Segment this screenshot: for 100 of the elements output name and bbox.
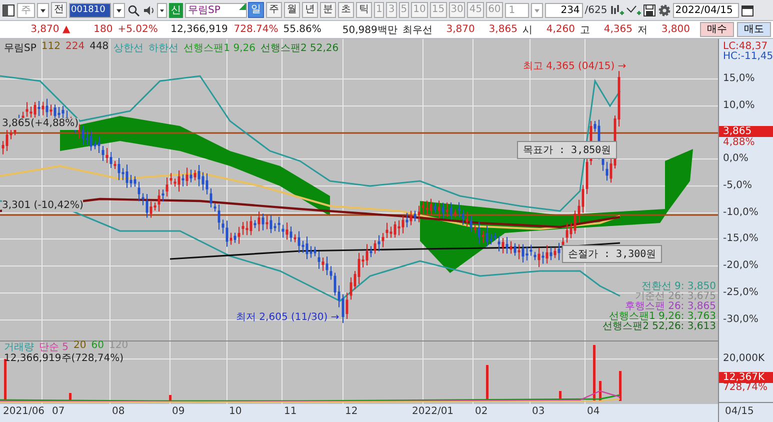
volume-value: 12,366,919 — [170, 24, 229, 35]
volume-bar — [593, 345, 596, 401]
volume-bar — [486, 365, 488, 401]
last-date-label: 04/15 — [724, 405, 754, 419]
chart-annotation: 손절가 : 3,300원 — [562, 245, 662, 263]
ohl-label: 시 — [521, 24, 534, 36]
volume-bar — [559, 391, 562, 401]
settings-icon[interactable] — [658, 4, 672, 16]
flag-icon — [239, 2, 246, 10]
date-label: 12 — [345, 406, 358, 417]
save-icon[interactable] — [643, 4, 656, 16]
date-label: 2021/06 — [3, 406, 45, 417]
legend-item: 224 — [65, 41, 85, 54]
axis-label: 15,0% — [723, 73, 755, 84]
volume-bar — [619, 371, 622, 401]
date-label: 04 — [587, 406, 600, 417]
axis-label: 3,865 — [719, 126, 773, 137]
line-add-icon[interactable] — [626, 4, 642, 16]
ohl-label: 저 — [636, 24, 648, 36]
price-level-label: 3,865(+4,88%) — [2, 118, 79, 130]
speaker-icon[interactable] — [142, 4, 155, 16]
legend-item: 112 — [41, 41, 60, 54]
volume-legend-item: 20 — [74, 340, 86, 353]
volume-bar — [4, 359, 6, 401]
date-label: 07 — [52, 406, 65, 417]
axis-label: -5,0% — [723, 180, 752, 191]
axis-label: 12,367K — [719, 372, 773, 383]
axis-label: -25,0% — [723, 287, 758, 298]
ohl-value: 3,800 — [660, 24, 692, 35]
legend-item: 선행스팬2 52,26 — [260, 42, 339, 55]
stock-name-field[interactable]: 무림SP — [185, 2, 247, 18]
bid-price: 3,865 — [488, 24, 518, 35]
axis-label: LC:48,37 — [723, 41, 768, 52]
period-tab[interactable]: 초 — [338, 2, 354, 18]
calendar-icon[interactable] — [741, 4, 754, 16]
axis-label: -15,0% — [723, 233, 758, 244]
window-icon[interactable] — [2, 4, 15, 16]
period-tab[interactable]: 주 — [266, 2, 282, 18]
ask-price: 3,870 — [445, 24, 476, 35]
axis-label: 20,000K — [723, 353, 765, 364]
prev-button[interactable]: 전 — [51, 2, 67, 18]
period-tab[interactable]: 월 — [284, 2, 300, 18]
period-tab[interactable]: 년 — [302, 2, 318, 18]
stock-code-field[interactable]: 001810 — [69, 2, 111, 18]
axis-label: 10,0% — [723, 100, 755, 111]
legend-item: 상한선 — [114, 42, 144, 55]
chart-annotation: 최저 2,605 (11/30) → — [236, 311, 340, 324]
volume-legend-item: 120 — [109, 340, 128, 353]
date-label: 08 — [112, 406, 125, 417]
legend-item: 하한선 — [148, 42, 179, 55]
buy-button[interactable]: 매수 — [700, 22, 734, 37]
ohl-value: 4,365 — [602, 24, 634, 35]
caret-icon[interactable] — [37, 2, 49, 18]
axis-label: 0,0% — [723, 153, 748, 164]
page-field[interactable]: 234 — [544, 2, 583, 18]
date-label: 2022/01 — [412, 406, 454, 417]
search-icon[interactable] — [127, 4, 140, 16]
price-level-label: 3,301 (-10,42%) — [2, 200, 84, 212]
volume-reading: 12,366,919주(728,74%) — [4, 352, 124, 365]
axis-label: 4,88% — [723, 137, 755, 148]
volume-legend-item: 거래량 — [4, 341, 34, 353]
date-label: 10 — [229, 406, 242, 417]
period-tab[interactable]: 분 — [320, 2, 336, 18]
change-percent: +5.02% — [116, 24, 157, 35]
legend-item: 448 — [90, 41, 109, 54]
period-tab[interactable]: 틱 — [356, 2, 372, 18]
chart-add-icon[interactable] — [609, 4, 624, 16]
legend-item: 선행스팬1 9,26 — [184, 42, 256, 55]
indicator-value: 선행스팬2 52,26: 3,613 — [602, 322, 716, 332]
current-price: 3,870 ▲ — [30, 24, 72, 35]
volume-bar — [69, 393, 72, 401]
volume-bar — [599, 381, 602, 401]
price-change: 180 — [92, 24, 114, 35]
ohl-value: 4,260 — [545, 24, 576, 35]
date-label: 09 — [172, 406, 185, 417]
date-label: 02 — [475, 406, 488, 417]
ohl-label: 고 — [578, 24, 591, 36]
chart-annotation: 목표가 : 3,850원 — [517, 141, 618, 159]
axis-label: 728,74% — [723, 382, 768, 393]
caret-icon[interactable] — [113, 2, 125, 18]
period-tab[interactable]: 일 — [248, 2, 264, 18]
chart-annotation: 최고 4,365 (04/15) → — [523, 60, 626, 73]
indicator-value: 전환선 9: 3,850 — [641, 282, 716, 292]
axis-label: -30,0% — [723, 314, 758, 325]
indicator-value: 후행스팬 26: 3,865 — [624, 302, 716, 312]
axis-label: -20,0% — [723, 260, 758, 271]
legend-item: 무림SP — [4, 42, 36, 55]
date-label: 11 — [284, 406, 297, 417]
axis-label: HC:-11,45 — [723, 51, 773, 62]
indicator-value: 선행스팬1 9,26: 3,763 — [609, 312, 716, 322]
indicator-value: 기준선 26: 3,675 — [634, 292, 716, 302]
volume-bar — [169, 395, 172, 401]
date-field[interactable]: 2022/04/15 — [673, 2, 740, 18]
date-label: 03 — [532, 406, 545, 417]
volume-legend-item: 60 — [91, 340, 104, 353]
volume-ratio: 728.74% — [232, 24, 280, 35]
new-badge: 신 — [169, 2, 183, 18]
caret-icon[interactable] — [157, 2, 167, 18]
sell-button[interactable]: 매도 — [737, 22, 772, 37]
trade-amount: 50,989백만 — [341, 24, 398, 36]
